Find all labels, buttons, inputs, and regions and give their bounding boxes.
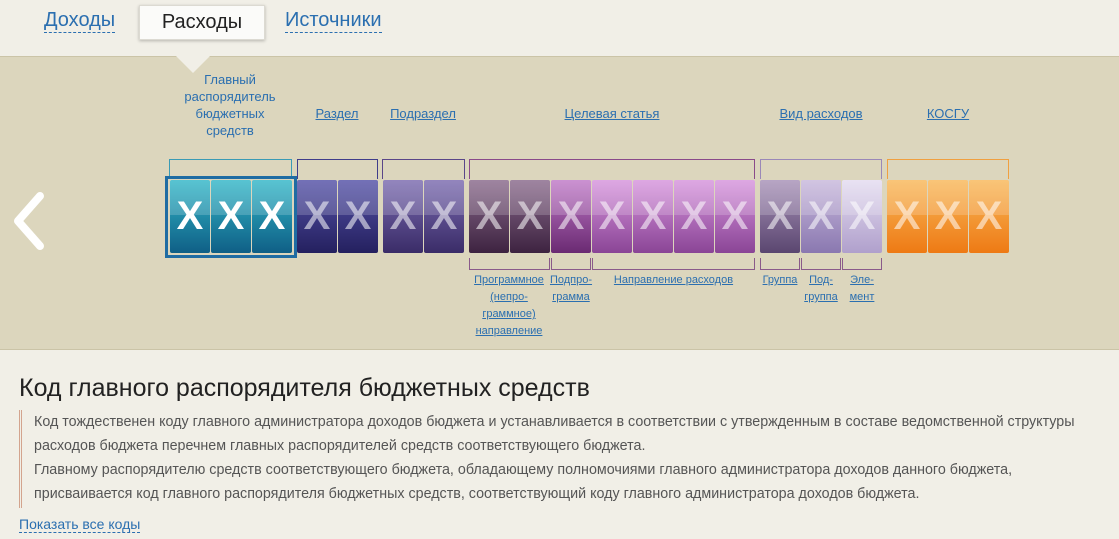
sub-label-line: направление bbox=[475, 325, 543, 337]
bracket-subprogram bbox=[551, 258, 591, 270]
tile-glyph: X bbox=[975, 194, 1003, 238]
segment-label-subsection[interactable]: Подраздел bbox=[382, 105, 464, 122]
bracket-expense-direction bbox=[592, 258, 755, 270]
tile-glyph: X bbox=[303, 194, 331, 238]
bracket-subsection bbox=[382, 159, 465, 179]
sub-label-expense-direction[interactable]: Направление расходов bbox=[592, 272, 755, 289]
sub-label-line: Направление расходов bbox=[613, 274, 734, 286]
bracket-expense-type bbox=[760, 159, 882, 179]
sub-label-group[interactable]: Группа bbox=[758, 272, 802, 289]
tab-sources[interactable]: Источники bbox=[285, 9, 382, 33]
bracket-group bbox=[760, 258, 800, 270]
description-line: Код тождественен коду главного администр… bbox=[34, 414, 1075, 430]
tile-glyph: X bbox=[721, 194, 749, 238]
code-digit-tile[interactable]: X bbox=[842, 180, 882, 253]
segment-label-main-manager: Главный распорядитель бюджетных средств bbox=[170, 71, 290, 139]
tile-glyph: X bbox=[848, 194, 876, 238]
code-digit-tile[interactable]: X bbox=[338, 180, 378, 253]
code-digit-tile[interactable]: X bbox=[969, 180, 1009, 253]
tile-glyph: X bbox=[258, 194, 286, 238]
bracket-section bbox=[297, 159, 378, 179]
tile-glyph: X bbox=[557, 194, 585, 238]
sub-label-line: Программное bbox=[474, 274, 544, 286]
bracket-target-item bbox=[469, 159, 755, 179]
sub-label-line: Подпро- bbox=[549, 274, 593, 286]
code-digit-tile[interactable]: X bbox=[469, 180, 509, 253]
sub-label-line: Группа bbox=[762, 274, 798, 286]
code-digit-tile[interactable]: X bbox=[801, 180, 841, 253]
sub-label-subprogram[interactable]: Подпро- грамма bbox=[548, 272, 594, 306]
code-digit-tile[interactable]: X bbox=[424, 180, 464, 253]
tile-glyph: X bbox=[344, 194, 372, 238]
bracket-kosgu bbox=[887, 159, 1009, 179]
sub-label-subgroup[interactable]: Под- группа bbox=[800, 272, 842, 306]
bracket-subgroup bbox=[801, 258, 841, 270]
tile-glyph: X bbox=[430, 194, 458, 238]
tile-glyph: X bbox=[680, 194, 708, 238]
tile-glyph: X bbox=[639, 194, 667, 238]
sub-label-program-direction[interactable]: Программное (непро- граммное) направлени… bbox=[464, 272, 554, 340]
code-digit-tile[interactable]: X bbox=[760, 180, 800, 253]
description-line: присваивается код главного распорядителя… bbox=[34, 486, 920, 502]
segment-label-line: средств bbox=[206, 123, 254, 138]
code-digit-tile[interactable]: X bbox=[633, 180, 673, 253]
description-line: расходов бюджета перечнем главных распор… bbox=[34, 438, 646, 454]
code-digit-tile[interactable]: X bbox=[715, 180, 755, 253]
sub-label-element[interactable]: Эле- мент bbox=[841, 272, 883, 306]
tile-glyph: X bbox=[598, 194, 626, 238]
sub-label-line: грамма bbox=[552, 291, 590, 303]
segment-label-section[interactable]: Раздел bbox=[298, 105, 376, 122]
description-line: Главному распорядителю средств соответст… bbox=[34, 462, 1013, 478]
tab-expenses[interactable]: Расходы bbox=[139, 5, 265, 40]
segment-label-expense-type[interactable]: Вид расходов bbox=[760, 105, 882, 122]
code-digit-tile[interactable]: X bbox=[551, 180, 591, 253]
code-digit-tile[interactable]: X bbox=[297, 180, 337, 253]
bracket-program-direction bbox=[469, 258, 550, 270]
tile-glyph: X bbox=[934, 194, 962, 238]
tile-glyph: X bbox=[475, 194, 503, 238]
tile-glyph: X bbox=[766, 194, 794, 238]
segment-label-target-item[interactable]: Целевая статья bbox=[470, 105, 754, 122]
code-digit-tile[interactable]: X bbox=[928, 180, 968, 253]
tile-glyph: X bbox=[176, 194, 204, 238]
sub-label-line: (непро- bbox=[490, 291, 528, 303]
sub-label-line: Эле- bbox=[850, 274, 874, 286]
sub-label-line: мент bbox=[849, 291, 875, 303]
segment-label-kosgu[interactable]: КОСГУ bbox=[887, 105, 1009, 122]
description-block: Код тождественен коду главного администр… bbox=[19, 410, 1119, 508]
code-digit-tile[interactable]: X bbox=[383, 180, 423, 253]
sub-label-line: Под- bbox=[809, 274, 833, 286]
code-digit-tile[interactable]: X bbox=[887, 180, 927, 253]
code-digit-tile[interactable]: X bbox=[674, 180, 714, 253]
tab-income[interactable]: Доходы bbox=[44, 9, 116, 33]
tile-glyph: X bbox=[807, 194, 835, 238]
sub-label-line: граммное) bbox=[482, 308, 536, 320]
segment-label-line: бюджетных bbox=[195, 106, 265, 121]
section-title: Код главного распорядителя бюджетных сре… bbox=[19, 374, 590, 402]
segment-label-line: Главный bbox=[204, 72, 256, 87]
code-digit-tile[interactable]: X bbox=[510, 180, 550, 253]
segment-label-line: распорядитель bbox=[184, 89, 276, 104]
prev-arrow-icon[interactable] bbox=[10, 192, 50, 250]
sub-label-line: группа bbox=[804, 291, 838, 303]
tile-glyph: X bbox=[389, 194, 417, 238]
tile-glyph: X bbox=[893, 194, 921, 238]
tile-glyph: X bbox=[217, 194, 245, 238]
show-all-codes-link[interactable]: Показать все коды bbox=[19, 516, 141, 533]
bracket-element bbox=[842, 258, 882, 270]
tile-glyph: X bbox=[516, 194, 544, 238]
code-digit-tile[interactable]: X bbox=[592, 180, 632, 253]
tab-bar: Доходы Расходы Источники bbox=[0, 0, 1119, 56]
